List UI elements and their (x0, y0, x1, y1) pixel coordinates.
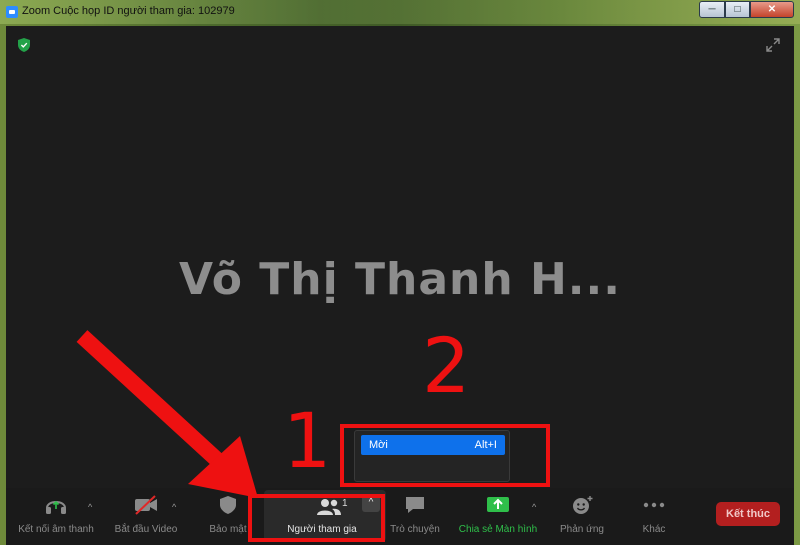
chat-icon (406, 497, 424, 513)
security-label: Bảo mật (209, 524, 247, 535)
fullscreen-icon[interactable] (766, 38, 780, 52)
highlight-box-participants (248, 494, 385, 542)
step-number-1: 1 (283, 396, 332, 485)
audio-options-caret[interactable]: ^ (88, 502, 92, 512)
minimize-button[interactable]: ─ (699, 1, 725, 18)
meeting-toolbar: Kết nối âm thanh ^ Bắt đầu Video ^ Bảo m… (6, 488, 794, 545)
close-button[interactable]: ✕ (750, 1, 794, 18)
more-label: Khác (642, 524, 666, 535)
video-options-caret[interactable]: ^ (172, 502, 176, 512)
share-screen-icon (487, 497, 509, 512)
start-video-label: Bắt đầu Video (114, 524, 178, 535)
window-controls: ─ □ ✕ (699, 1, 794, 18)
highlight-box-invite (340, 424, 550, 487)
zoom-app-icon (6, 6, 18, 18)
zoom-window: Zoom Cuộc họp ID người tham gia: 102979 … (0, 0, 800, 545)
chat-button[interactable]: Trò chuyện (386, 494, 444, 540)
share-screen-button[interactable]: Chia sẻ Màn hình (458, 494, 538, 540)
reactions-label: Phản ứng (560, 524, 604, 535)
reactions-button[interactable]: Phản ứng (554, 494, 610, 540)
join-audio-button[interactable]: Kết nối âm thanh (14, 494, 98, 540)
share-screen-label: Chia sẻ Màn hình (458, 524, 538, 535)
window-title: Zoom Cuộc họp ID người tham gia: 102979 (22, 5, 235, 17)
participant-name: Võ Thị Thanh H... (179, 254, 621, 305)
reaction-icon (573, 496, 593, 514)
chat-label: Trò chuyện (390, 524, 440, 535)
title-bar: Zoom Cuộc họp ID người tham gia: 102979 … (0, 0, 800, 24)
end-meeting-button[interactable]: Kết thúc (716, 502, 780, 526)
security-button[interactable]: Bảo mật (202, 494, 254, 540)
share-options-caret[interactable]: ^ (532, 502, 536, 512)
headphones-icon (46, 500, 66, 514)
more-button[interactable]: Khác (634, 494, 674, 540)
encryption-shield-icon[interactable] (18, 38, 30, 52)
step-number-2: 2 (422, 321, 471, 410)
maximize-button[interactable]: □ (725, 1, 750, 18)
video-off-icon (135, 495, 157, 515)
start-video-button[interactable]: Bắt đầu Video (110, 494, 182, 540)
more-icon (643, 502, 665, 508)
shield-icon (220, 496, 236, 514)
join-audio-label: Kết nối âm thanh (18, 524, 94, 535)
